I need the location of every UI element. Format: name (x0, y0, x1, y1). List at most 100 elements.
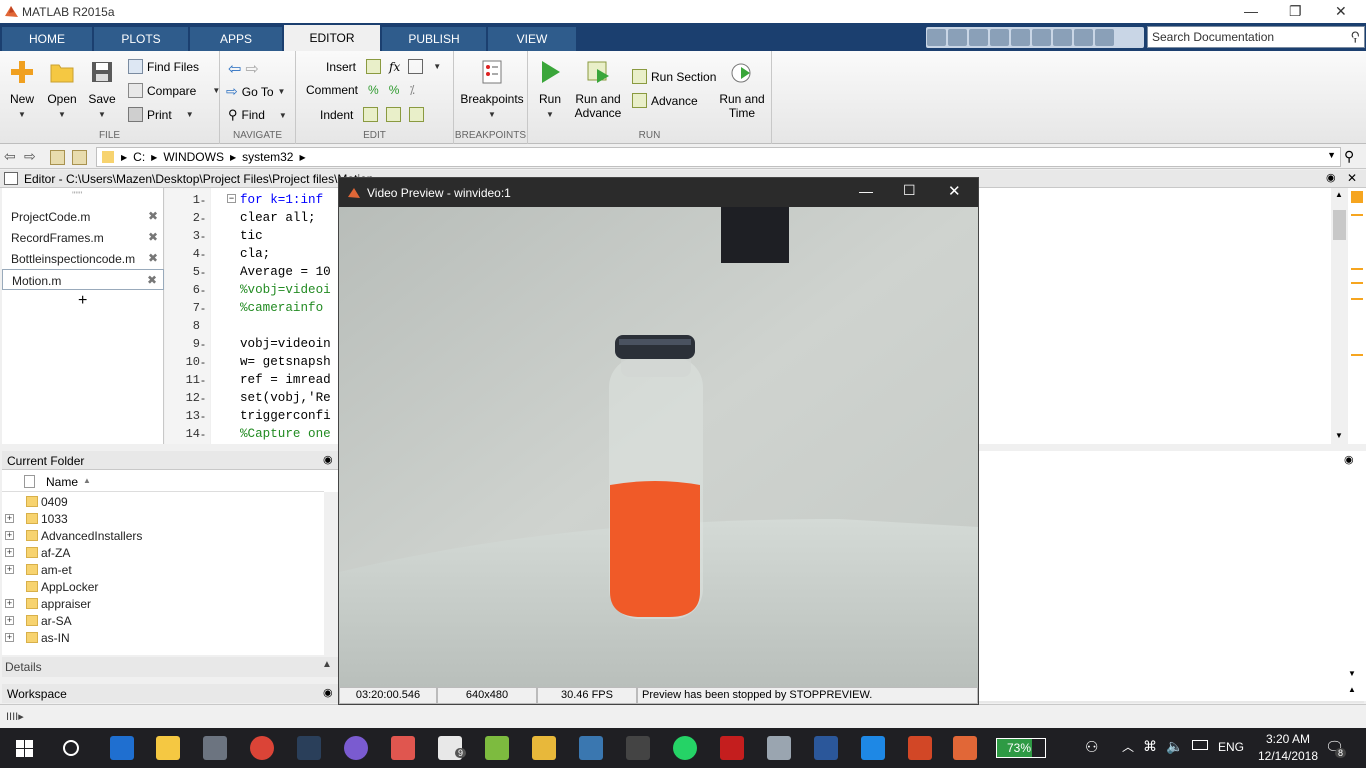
code-line[interactable]: set(vobj,'Re (240, 391, 331, 405)
browse-folder-icon[interactable] (72, 150, 87, 165)
volume-icon[interactable]: 🔈 (1166, 738, 1183, 755)
path-segment[interactable]: system32 (242, 150, 293, 164)
undo-icon[interactable] (1032, 29, 1051, 46)
code-line[interactable]: vobj=videoin (240, 337, 331, 351)
mplab-icon[interactable] (626, 736, 650, 760)
switch-windows-icon[interactable] (1074, 29, 1093, 46)
word-icon[interactable] (814, 736, 838, 760)
expand-details-icon[interactable]: ▲ (322, 659, 332, 670)
search-documentation-field[interactable]: Search Documentation ⚲ (1147, 26, 1365, 48)
editor-scrollbar[interactable]: ▲ ▼ (1331, 188, 1348, 444)
code-line[interactable]: %camerainfo (240, 301, 323, 315)
folder-row[interactable]: AppLocker (2, 579, 324, 596)
column-header[interactable]: Name ▲ (2, 470, 324, 492)
folder-row[interactable]: + ar-SA (2, 613, 324, 630)
whatsapp-icon[interactable] (673, 736, 697, 760)
compare-button[interactable]: Compare ▼ (128, 83, 220, 98)
open-button[interactable]: Open ▼ (44, 59, 80, 122)
folder-row[interactable]: + appraiser (2, 596, 324, 613)
breakpoints-button[interactable]: Breakpoints ▼ (458, 59, 526, 122)
warning-mark[interactable] (1351, 354, 1363, 356)
clock-time[interactable]: 3:20 AM (1258, 732, 1318, 746)
indent-button[interactable]: Indent (320, 107, 425, 122)
expand-icon[interactable]: + (5, 616, 14, 625)
tab-publish[interactable]: PUBLISH (382, 27, 486, 51)
path-segment[interactable]: C: (133, 150, 145, 164)
copy-icon[interactable] (990, 29, 1009, 46)
back-icon[interactable]: ⇦ (4, 148, 16, 165)
cut-icon[interactable] (969, 29, 988, 46)
breakpoint-marker[interactable]: - (201, 409, 205, 423)
folder-scrollbar[interactable] (324, 492, 338, 655)
breakpoint-marker[interactable]: - (201, 391, 205, 405)
insert-function-icon[interactable] (408, 59, 424, 74)
android-studio-icon[interactable] (485, 736, 509, 760)
file-tab[interactable]: Bottleinspectioncode.m ✖ (2, 248, 164, 269)
expand-icon[interactable]: + (5, 565, 14, 574)
store-icon[interactable] (203, 736, 227, 760)
windows-start-icon[interactable] (16, 740, 33, 757)
forward-icon[interactable]: ⇨ (24, 148, 36, 165)
find-files-button[interactable]: Find Files (128, 59, 199, 74)
forward-arrow-icon[interactable]: ⇨ (245, 59, 258, 79)
search-folder-icon[interactable]: ⚲ (1344, 148, 1354, 165)
warning-mark[interactable] (1351, 282, 1363, 284)
decrease-indent-icon[interactable] (409, 107, 425, 122)
file-tab[interactable]: RecordFrames.m ✖ (2, 227, 164, 248)
expand-icon[interactable]: + (5, 599, 14, 608)
breakpoint-marker[interactable]: - (201, 427, 205, 441)
comment-button[interactable]: Comment%% ⁒ (306, 83, 415, 97)
expand-icon[interactable]: + (5, 548, 14, 557)
file-tab-active[interactable]: Motion.m ✖ (2, 269, 164, 290)
acrobat-icon[interactable] (720, 736, 744, 760)
breakpoint-marker[interactable]: - (201, 265, 205, 279)
find-button[interactable]: ⚲ Find ▼ (228, 107, 287, 123)
uncomment-icon[interactable]: % (389, 83, 400, 97)
editor-close-icon[interactable]: ✕ (1347, 171, 1357, 185)
code-line[interactable]: %Capture one (240, 427, 331, 441)
l-app-icon[interactable] (861, 736, 885, 760)
close-file-icon[interactable]: ✖ (148, 209, 158, 223)
breakpoint-marker[interactable]: - (201, 373, 205, 387)
code-line[interactable]: ref = imread (240, 373, 331, 387)
code-line[interactable]: %vobj=videoi (240, 283, 331, 297)
save-icon[interactable] (948, 29, 967, 46)
close-file-icon[interactable]: ✖ (148, 230, 158, 244)
insert-button[interactable]: Insert fx ▼ (326, 59, 441, 74)
run-and-time-button[interactable]: Run and Time (718, 59, 766, 120)
folder-row[interactable]: + af-ZA (2, 545, 324, 562)
scroll-down-icon[interactable]: ▼ (1335, 431, 1343, 440)
tab-plots[interactable]: PLOTS (94, 27, 188, 51)
run-and-advance-button[interactable]: Run and Advance (574, 59, 622, 120)
increase-indent-icon[interactable] (386, 107, 402, 122)
go-to-button[interactable]: ⇨ Go To ▼ (226, 83, 285, 100)
insert-section-icon[interactable] (366, 59, 382, 74)
cmd-scroll-down-icon[interactable]: ▼ (1348, 669, 1356, 678)
save-button[interactable]: Save ▼ (86, 59, 118, 122)
path-segment[interactable]: WINDOWS (163, 150, 224, 164)
video-close-button[interactable]: ✕ (948, 182, 961, 200)
comment-percent-icon[interactable]: % (368, 83, 379, 97)
warning-mark[interactable] (1351, 298, 1363, 300)
breakpoint-marker[interactable]: - (201, 337, 205, 351)
folder-row[interactable]: + AdvancedInstallers (2, 528, 324, 545)
back-forward-nav[interactable]: ⇦ ⇨ (228, 59, 259, 79)
people-icon[interactable]: ⚇ (1085, 738, 1098, 756)
matlab-taskbar-icon[interactable] (953, 736, 977, 760)
breakpoint-marker[interactable]: - (201, 247, 205, 261)
android-icon[interactable] (532, 736, 556, 760)
name-column-header[interactable]: Name (46, 475, 78, 489)
run-section-button[interactable]: Run Section (632, 69, 716, 84)
breakpoint-marker[interactable]: - (201, 193, 205, 207)
file-tab[interactable]: ProjectCode.m ✖ (2, 206, 164, 227)
close-file-icon[interactable]: ✖ (147, 273, 157, 287)
code-line[interactable]: tic (240, 229, 263, 243)
breakpoint-marker[interactable]: - (201, 283, 205, 297)
path-dropdown-icon[interactable]: ▼ (1327, 150, 1336, 160)
steam-icon[interactable] (297, 736, 321, 760)
code-line[interactable]: cla; (240, 247, 270, 261)
scroll-up-icon[interactable]: ▲ (1335, 190, 1343, 199)
folder-row[interactable]: +1033 (2, 511, 324, 528)
code-line[interactable]: triggerconfi (240, 409, 331, 423)
new-file-icon[interactable]: + (78, 292, 87, 310)
